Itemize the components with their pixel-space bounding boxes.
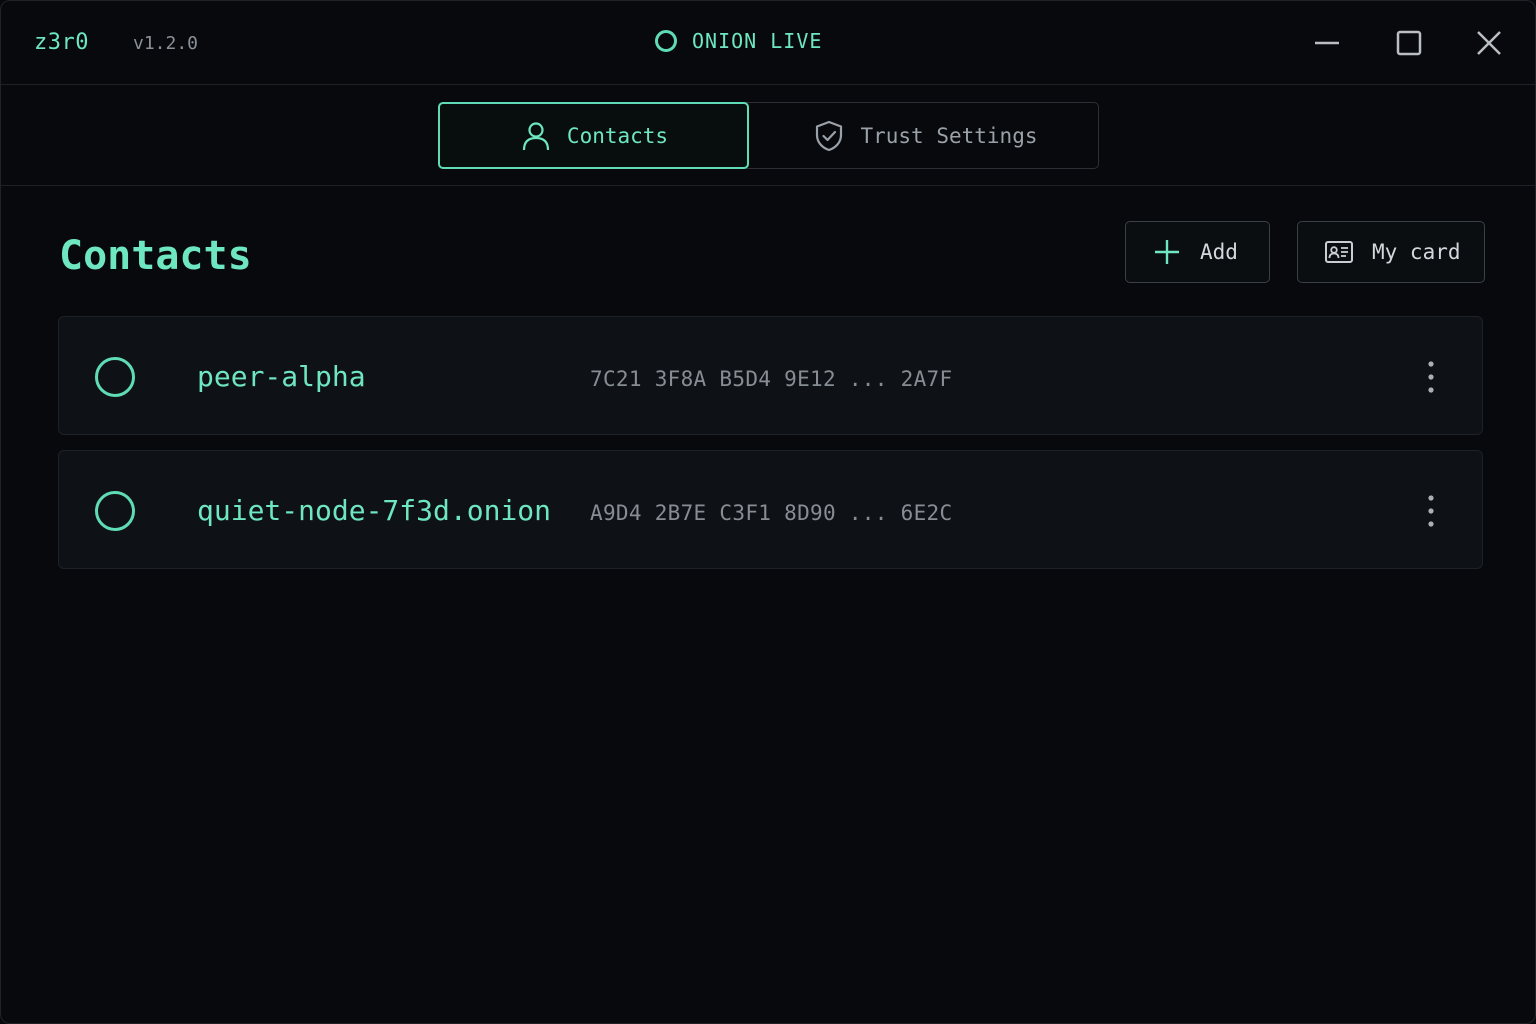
- contact-row[interactable]: peer-alpha 7C21 3F8A B5D4 9E12 ... 2A7F: [58, 316, 1483, 435]
- tab-trust-settings[interactable]: Trust Settings: [751, 102, 1099, 169]
- contact-fingerprint: A9D4 2B7E C3F1 8D90 ... 6E2C: [590, 501, 953, 525]
- contact-fingerprint: 7C21 3F8A B5D4 9E12 ... 2A7F: [590, 367, 953, 391]
- tab-contacts[interactable]: Contacts: [438, 102, 749, 169]
- close-button[interactable]: [1469, 23, 1509, 63]
- contact-status-icon: [95, 357, 135, 397]
- contact-name: peer-alpha: [197, 360, 366, 393]
- plus-icon: [1155, 240, 1179, 264]
- maximize-button[interactable]: [1389, 23, 1429, 63]
- minimize-icon: [1315, 41, 1339, 45]
- close-icon: [1477, 31, 1501, 55]
- my-card-button-label: My card: [1372, 240, 1461, 264]
- tab-bar: Contacts Trust Settings: [1, 85, 1535, 186]
- tab-contacts-label: Contacts: [566, 123, 669, 148]
- app-version: v1.2.0: [133, 33, 199, 54]
- app-name: z3r0: [34, 30, 89, 55]
- title-bar: z3r0 v1.2.0 ONION LIVE: [1, 1, 1535, 85]
- contact-name: quiet-node-7f3d.onion: [197, 494, 552, 527]
- page-title: Contacts: [59, 233, 252, 279]
- id-card-icon: [1325, 241, 1353, 263]
- my-card-button[interactable]: My card: [1297, 221, 1485, 283]
- app-window: z3r0 v1.2.0 ONION LIVE Contacts Trust Se…: [0, 0, 1536, 1024]
- shield-check-icon: [816, 120, 843, 151]
- add-button-label: Add: [1200, 240, 1238, 264]
- minimize-button[interactable]: [1307, 23, 1347, 63]
- contact-list: peer-alpha 7C21 3F8A B5D4 9E12 ... 2A7F …: [58, 316, 1483, 584]
- tab-trust-settings-label: Trust Settings: [860, 123, 1038, 148]
- add-contact-button[interactable]: Add: [1125, 221, 1270, 283]
- more-vertical-icon: [1428, 495, 1434, 527]
- user-icon: [522, 121, 550, 150]
- maximize-icon: [1396, 30, 1422, 56]
- contact-more-button[interactable]: [1413, 491, 1449, 531]
- contact-status-icon: [95, 491, 135, 531]
- connection-status: ONION LIVE: [655, 29, 822, 53]
- status-indicator-icon: [655, 30, 677, 52]
- more-vertical-icon: [1428, 361, 1434, 393]
- contact-row[interactable]: quiet-node-7f3d.onion A9D4 2B7E C3F1 8D9…: [58, 450, 1483, 569]
- contact-more-button[interactable]: [1413, 357, 1449, 397]
- status-text: ONION LIVE: [692, 29, 823, 53]
